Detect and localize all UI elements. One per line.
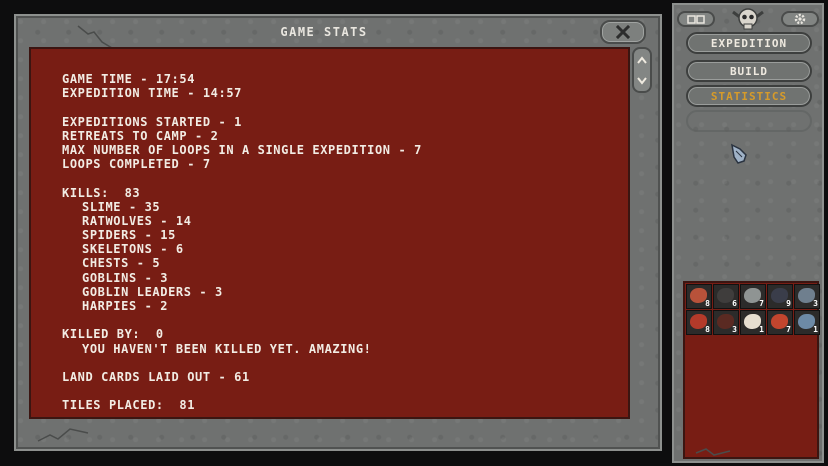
gauntlet-cursor-icon <box>731 143 747 164</box>
nav-statistics-button[interactable]: STATISTICS <box>686 85 812 107</box>
stat-game-time: GAME TIME - 17:54 <box>62 72 196 86</box>
item-level: 7 <box>759 299 764 308</box>
kill-entry: GOBLIN LEADERS - 3 <box>82 284 223 299</box>
stone-crack-decoration <box>37 428 89 442</box>
kill-entry: CHESTS - 5 <box>82 256 161 271</box>
nav-build-button[interactable]: BUILD <box>686 60 812 82</box>
stat-tiles-placed: TILES PLACED: 81 <box>62 398 196 413</box>
kill-entry: SKELETONS - 6 <box>82 242 184 257</box>
inventory-slot[interactable]: 7 <box>767 310 793 335</box>
game-stats-window: GAME STATS GAME TIME - 17:54 EXPEDITION … <box>14 14 662 451</box>
item-level: 3 <box>813 299 818 308</box>
item-level: 3 <box>732 325 737 334</box>
inventory-slot[interactable]: 3 <box>713 310 739 335</box>
window-title: GAME STATS <box>280 25 368 39</box>
stat-kills-header: KILLS: 83 <box>62 185 141 200</box>
close-button[interactable] <box>600 20 646 44</box>
kill-entry: SPIDERS - 15 <box>82 228 176 243</box>
scrollbar[interactable] <box>632 47 652 419</box>
stat-expedition-time: EXPEDITION TIME - 14:57 <box>62 86 242 101</box>
item-level: 8 <box>705 325 710 334</box>
item-level: 6 <box>732 299 737 308</box>
inventory-slot[interactable]: 9 <box>767 284 793 309</box>
item-level: 8 <box>705 299 710 308</box>
inventory-panel: 8 6 7 9 3 8 3 1 7 1 <box>683 281 820 459</box>
scroll-buttons[interactable] <box>632 47 652 93</box>
skull-icon <box>731 6 765 32</box>
stat-land-cards: LAND CARDS LAID OUT - 61 <box>62 369 250 384</box>
inventory-grid: 8 6 7 9 3 8 3 1 7 1 <box>686 284 820 335</box>
camp-icon <box>687 15 705 24</box>
kill-entry: HARPIES - 2 <box>82 299 169 313</box>
gear-icon <box>794 13 806 25</box>
nav-empty-slot <box>686 110 812 132</box>
camp-button[interactable] <box>677 11 715 27</box>
item-level: 1 <box>759 325 764 334</box>
scroll-down-icon[interactable] <box>637 76 647 85</box>
sidebar: EXPEDITION BUILD STATISTICS 8 6 7 9 3 8 3 1 7 1 <box>672 3 824 463</box>
inventory-slot[interactable]: 1 <box>740 310 766 335</box>
stat-loops-completed: LOOPS COMPLETED - 7 <box>62 157 211 172</box>
kill-entry: GOBLINS - 3 <box>82 270 169 285</box>
kill-entry: SLIME - 35 <box>82 199 161 214</box>
item-level: 1 <box>813 325 818 334</box>
inventory-slot[interactable]: 8 <box>686 284 712 309</box>
top-ornament <box>677 8 819 30</box>
close-icon <box>616 25 630 39</box>
stat-max-loops: MAX NUMBER OF LOOPS IN A SINGLE EXPEDITI… <box>62 142 422 157</box>
inventory-slot[interactable]: 3 <box>794 284 820 309</box>
inventory-slot[interactable]: 8 <box>686 310 712 335</box>
stat-expeditions-started: EXPEDITIONS STARTED - 1 <box>62 114 242 129</box>
inventory-slot[interactable]: 7 <box>740 284 766 309</box>
stat-killed-by-header: KILLED BY: 0 <box>62 327 164 342</box>
settings-button[interactable] <box>781 11 819 27</box>
inventory-slot[interactable]: 1 <box>794 310 820 335</box>
stats-panel[interactable]: GAME TIME - 17:54 EXPEDITION TIME - 14:5… <box>29 47 630 419</box>
stats-text: GAME TIME - 17:54 EXPEDITION TIME - 14:5… <box>62 72 618 413</box>
stat-retreats: RETREATS TO CAMP - 2 <box>62 128 219 143</box>
stat-killed-by-note: YOU HAVEN'T BEEN KILLED YET. AMAZING! <box>82 341 372 356</box>
title-bar: GAME STATS <box>16 16 660 48</box>
nav-expedition-button[interactable]: EXPEDITION <box>686 32 812 54</box>
item-level: 7 <box>786 325 791 334</box>
inventory-slot[interactable]: 6 <box>713 284 739 309</box>
scroll-up-icon[interactable] <box>637 55 647 64</box>
kill-entry: RATWOLVES - 14 <box>82 213 192 228</box>
item-level: 9 <box>786 299 791 308</box>
